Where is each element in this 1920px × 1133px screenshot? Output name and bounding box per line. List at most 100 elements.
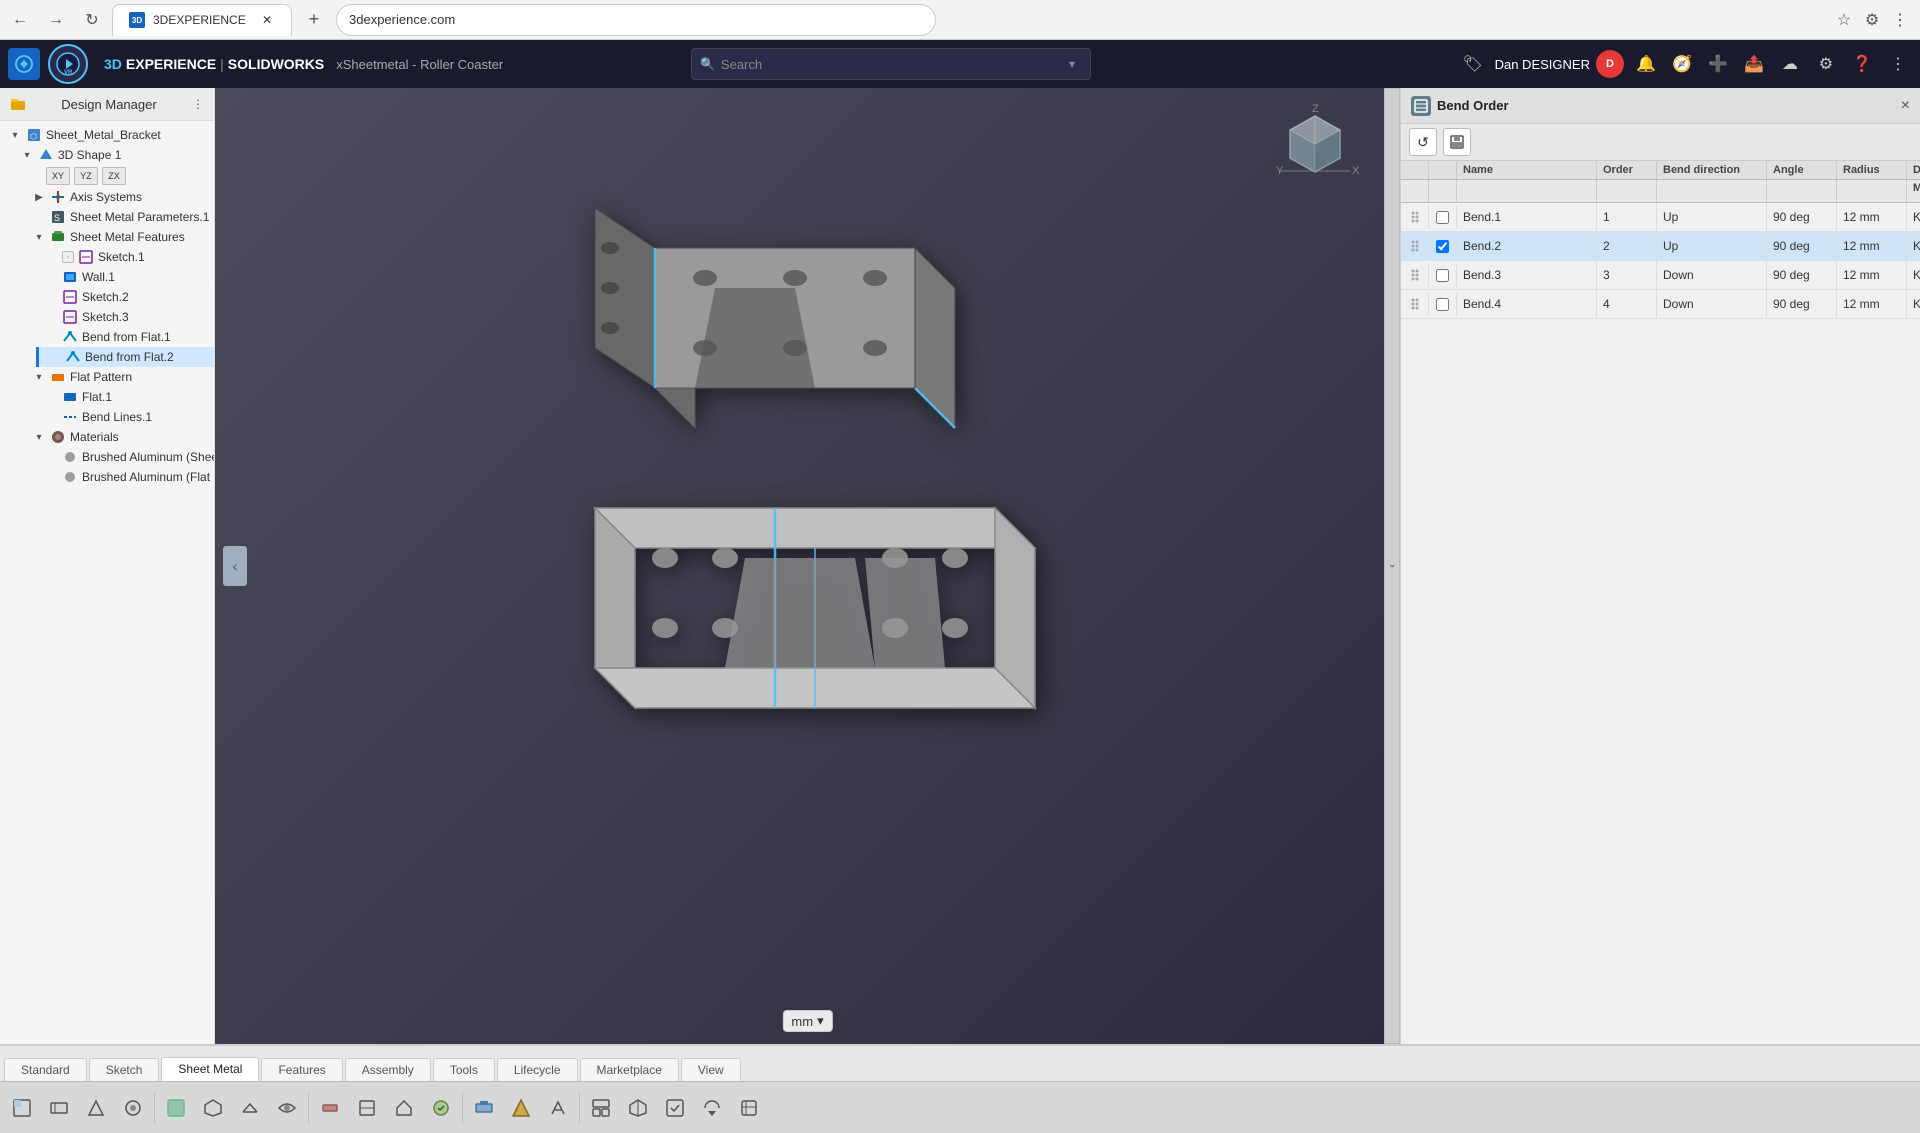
view-cube[interactable]: Z X Y bbox=[1270, 96, 1360, 186]
tree-item-sketch2[interactable]: Sketch.2 bbox=[36, 287, 214, 307]
toolbar-btn-3[interactable] bbox=[78, 1090, 114, 1126]
toolbar-btn-7[interactable] bbox=[232, 1090, 268, 1126]
toolbar-btn-4[interactable] bbox=[115, 1090, 151, 1126]
panel-save-btn[interactable] bbox=[1443, 128, 1471, 156]
toolbar-btn-14[interactable] bbox=[503, 1090, 539, 1126]
forward-button[interactable]: → bbox=[44, 8, 68, 32]
add-btn[interactable]: ➕ bbox=[1704, 50, 1732, 78]
tree-toggle-3dshape[interactable]: ▾ bbox=[20, 148, 34, 162]
tree-item-materials[interactable]: ▾ Materials bbox=[24, 427, 214, 447]
settings-btn[interactable]: ⚙ bbox=[1812, 50, 1840, 78]
toolbar-btn-11[interactable] bbox=[386, 1090, 422, 1126]
panel-refresh-btn[interactable]: ↺ bbox=[1409, 128, 1437, 156]
row-checkbox-3[interactable] bbox=[1436, 269, 1449, 282]
bottom-tab-marketplace[interactable]: Marketplace bbox=[580, 1058, 679, 1081]
tree-item-sketch3[interactable]: Sketch.3 bbox=[36, 307, 214, 327]
tree-item-sketch1[interactable]: - Sketch.1 bbox=[36, 247, 214, 267]
tree-item-material2[interactable]: Brushed Aluminum (Flat P... bbox=[36, 467, 214, 487]
panel-close-button[interactable]: × bbox=[1901, 97, 1910, 115]
row-check-2[interactable] bbox=[1429, 235, 1457, 258]
tree-item-bend-lines1[interactable]: Bend Lines.1 bbox=[36, 407, 214, 427]
compass-btn[interactable]: 🧭 bbox=[1668, 50, 1696, 78]
tree-item-material1[interactable]: Brushed Aluminum (Sheet ... bbox=[36, 447, 214, 467]
bottom-tab-standard[interactable]: Standard bbox=[4, 1058, 87, 1081]
bottom-tab-lifecycle[interactable]: Lifecycle bbox=[497, 1058, 578, 1081]
toolbar-btn-9[interactable] bbox=[312, 1090, 348, 1126]
tree-item-flat-pattern[interactable]: ▾ Flat Pattern bbox=[24, 367, 214, 387]
tree-item-wall1[interactable]: Wall.1 bbox=[36, 267, 214, 287]
toolbar-btn-20[interactable] bbox=[731, 1090, 767, 1126]
toolbar-btn-6[interactable] bbox=[195, 1090, 231, 1126]
row-checkbox-1[interactable] bbox=[1436, 211, 1449, 224]
browser-tab[interactable]: 3D 3DEXPERIENCE ✕ bbox=[112, 4, 292, 36]
search-dropdown-button[interactable]: ▾ bbox=[1062, 54, 1082, 74]
share-btn[interactable]: 📤 bbox=[1740, 50, 1768, 78]
plane-zx-btn[interactable]: ZX bbox=[102, 167, 126, 185]
nav-arrow-left[interactable]: ‹ bbox=[223, 546, 247, 586]
toolbar-btn-15[interactable] bbox=[540, 1090, 576, 1126]
tree-item-flat1[interactable]: Flat.1 bbox=[36, 387, 214, 407]
tree-item-bend1[interactable]: Bend from Flat.1 bbox=[36, 327, 214, 347]
bottom-tab-view[interactable]: View bbox=[681, 1058, 741, 1081]
tree-item-bend2[interactable]: Bend from Flat.2 bbox=[36, 347, 214, 367]
bookmarks-btn[interactable]: ☆ bbox=[1832, 8, 1856, 32]
sidebar-menu-button[interactable]: ⋮ bbox=[192, 97, 204, 111]
bottom-tab-sketch[interactable]: Sketch bbox=[89, 1058, 160, 1081]
address-bar[interactable]: 3dexperience.com bbox=[336, 4, 936, 36]
panel-collapse-btn[interactable]: › bbox=[1384, 88, 1400, 1044]
row-check-1[interactable] bbox=[1429, 206, 1457, 229]
toolbar-btn-19[interactable] bbox=[694, 1090, 730, 1126]
tree-toggle-features[interactable]: ▾ bbox=[32, 230, 46, 244]
search-bar[interactable]: 🔍 ▾ bbox=[691, 48, 1091, 80]
toolbar-btn-12[interactable] bbox=[423, 1090, 459, 1126]
notifications-btn[interactable]: 🔔 bbox=[1632, 50, 1660, 78]
refresh-button[interactable]: ↻ bbox=[80, 8, 104, 32]
toolbar-btn-13[interactable] bbox=[466, 1090, 502, 1126]
bottom-tab-assembly[interactable]: Assembly bbox=[345, 1058, 431, 1081]
plane-xy-btn[interactable]: XY bbox=[46, 167, 70, 185]
tag-icon-btn[interactable]: 🏷 bbox=[1459, 50, 1487, 78]
tree-item-sheet-params[interactable]: S Sheet Metal Parameters.1 bbox=[24, 207, 214, 227]
spinner-icon[interactable]: VR bbox=[48, 44, 88, 84]
tree-toggle-flat[interactable]: ▾ bbox=[32, 370, 46, 384]
toolbar-btn-8[interactable] bbox=[269, 1090, 305, 1126]
menu-btn[interactable]: ⋮ bbox=[1888, 8, 1912, 32]
more-btn[interactable]: ⋮ bbox=[1884, 50, 1912, 78]
bottom-tab-tools[interactable]: Tools bbox=[433, 1058, 495, 1081]
toolbar-btn-2[interactable] bbox=[41, 1090, 77, 1126]
viewport[interactable]: ‹ Z X Y bbox=[215, 88, 1400, 1044]
tree-toggle-materials[interactable]: ▾ bbox=[32, 430, 46, 444]
bottom-tab-features[interactable]: Features bbox=[261, 1058, 342, 1081]
tree-item-axis-systems[interactable]: ▶ Axis Systems bbox=[24, 187, 214, 207]
tree-item-sheet-features[interactable]: ▾ Sheet Metal Features bbox=[24, 227, 214, 247]
toolbar-btn-1[interactable] bbox=[4, 1090, 40, 1126]
toolbar-btn-16[interactable] bbox=[583, 1090, 619, 1126]
new-tab-button[interactable]: + bbox=[300, 6, 328, 34]
toolbar-btn-17[interactable] bbox=[620, 1090, 656, 1126]
row-checkbox-2[interactable] bbox=[1436, 240, 1449, 253]
3dshape-icon bbox=[38, 147, 54, 163]
tree-item-root[interactable]: ▾ ⬡ Sheet_Metal_Bracket bbox=[0, 125, 214, 145]
table-row-4[interactable]: Bend.4 4 Down 90 deg 12 mm K-Factor 0.5 bbox=[1401, 290, 1920, 319]
back-button[interactable]: ← bbox=[8, 8, 32, 32]
toolbar-btn-18[interactable] bbox=[657, 1090, 693, 1126]
table-row-2[interactable]: Bend.2 2 Up 90 deg 12 mm K-Factor 0.5 bbox=[1401, 232, 1920, 261]
toolbar-btn-5[interactable] bbox=[158, 1090, 194, 1126]
bottom-tab-sheet-metal[interactable]: Sheet Metal bbox=[161, 1057, 259, 1081]
row-check-3[interactable] bbox=[1429, 264, 1457, 287]
tree-toggle-root[interactable]: ▾ bbox=[8, 128, 22, 142]
row-checkbox-4[interactable] bbox=[1436, 298, 1449, 311]
unit-selector[interactable]: mm ▾ bbox=[782, 1010, 832, 1032]
row-check-4[interactable] bbox=[1429, 293, 1457, 316]
table-row-1[interactable]: Bend.1 1 Up 90 deg 12 mm K-Factor 0.5 bbox=[1401, 203, 1920, 232]
tree-item-3dshape[interactable]: ▾ 3D Shape 1 bbox=[12, 145, 214, 165]
help-btn[interactable]: ❓ bbox=[1848, 50, 1876, 78]
tree-toggle-axis[interactable]: ▶ bbox=[32, 190, 46, 204]
extensions-btn[interactable]: ⚙ bbox=[1860, 8, 1884, 32]
tab-close-button[interactable]: ✕ bbox=[259, 12, 275, 28]
table-row-3[interactable]: Bend.3 3 Down 90 deg 12 mm K-Factor 0.5 bbox=[1401, 261, 1920, 290]
search-input[interactable] bbox=[721, 57, 1056, 72]
cloud-btn[interactable]: ☁ bbox=[1776, 50, 1804, 78]
plane-yz-btn[interactable]: YZ bbox=[74, 167, 98, 185]
toolbar-btn-10[interactable] bbox=[349, 1090, 385, 1126]
